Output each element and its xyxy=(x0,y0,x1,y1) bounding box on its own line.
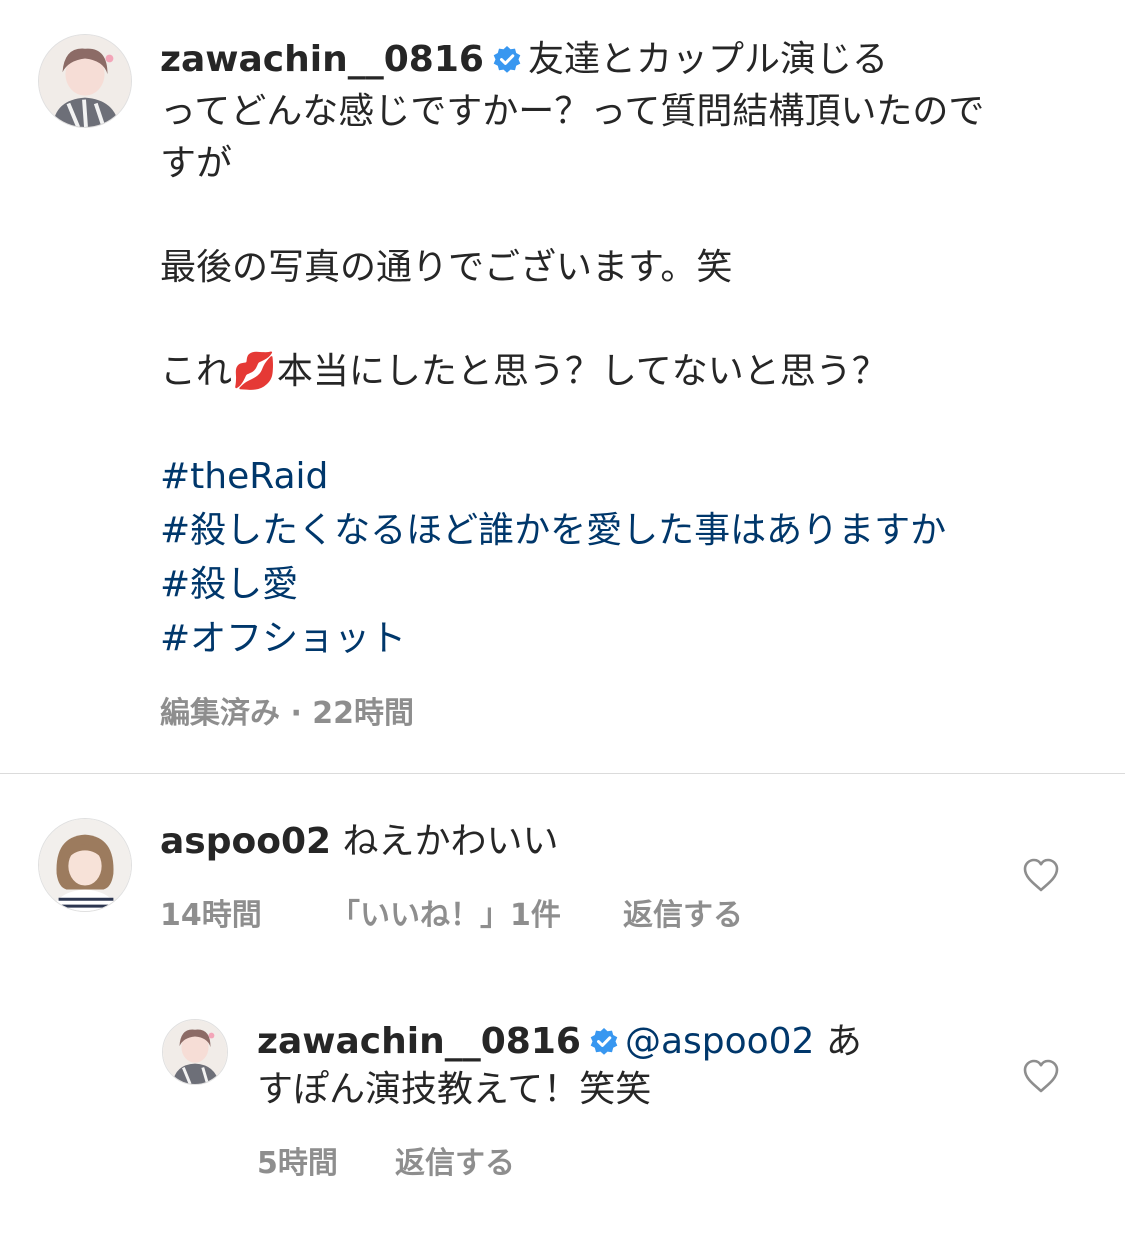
caption-line-1: zawachin__0816 友達とカップル演じる xyxy=(160,34,1080,86)
avatar-image xyxy=(39,35,131,127)
reply-button[interactable]: 返信する xyxy=(395,1138,515,1182)
comment-username[interactable]: aspoo02 xyxy=(160,821,331,862)
reply-body: zawachin__0816 @aspoo02 あすぽん演技教えて！笑笑 xyxy=(257,1018,957,1114)
caption-para3-end: 本当にしたと思う？してないと思う？ xyxy=(276,351,888,392)
divider xyxy=(0,773,1125,774)
avatar-image xyxy=(163,1020,227,1084)
caption-paragraph-2: 最後の写真の通りでございます。笑 xyxy=(160,247,733,288)
heart-icon[interactable] xyxy=(1022,1058,1060,1094)
caption-line-3: すが xyxy=(160,143,233,184)
heart-icon[interactable] xyxy=(1022,857,1060,893)
caption-avatar[interactable] xyxy=(38,34,132,128)
caption-meta: 編集済み · 22時間 xyxy=(160,696,415,731)
caption-paragraph-3: これ💋本当にしたと思う？してないと思う？ xyxy=(160,346,1080,398)
comment-time: 14時間 xyxy=(160,898,262,933)
mention-link[interactable]: @aspoo02 xyxy=(625,1021,815,1062)
hashtag-link[interactable]: #殺し愛 xyxy=(160,558,1080,612)
reply-meta: 5時間 返信する xyxy=(257,1138,515,1182)
comment-avatar[interactable] xyxy=(38,818,132,912)
comment-likes-link[interactable]: 「いいね！」1件 xyxy=(330,890,623,934)
caption-line1-text: 友達とカップル演じる xyxy=(527,39,888,80)
avatar-image xyxy=(39,819,131,911)
lips-emoji: 💋 xyxy=(232,351,277,392)
reply-button[interactable]: 返信する xyxy=(623,890,743,934)
caption-username[interactable]: zawachin__0816 xyxy=(160,39,484,80)
caption-para3-start: これ xyxy=(160,351,233,392)
caption-text: zawachin__0816 友達とカップル演じる ってどんな感じですかー？って質… xyxy=(160,34,1080,666)
reply-username[interactable]: zawachin__0816 xyxy=(257,1021,581,1062)
hashtag-link[interactable]: #オフショット xyxy=(160,612,1080,666)
verified-badge-icon xyxy=(492,45,522,75)
reply-text-start: あ xyxy=(825,1021,862,1062)
comment-text: ねえかわいい xyxy=(342,821,559,862)
hashtag-list: #theRaid #殺したくなるほど誰かを愛した事はありますか #殺し愛 #オフ… xyxy=(160,450,1080,666)
reply-time: 5時間 xyxy=(257,1146,338,1181)
comment-meta: 14時間 「いいね！」1件 返信する xyxy=(160,890,743,934)
hashtag-link[interactable]: #theRaid xyxy=(160,450,1080,504)
verified-badge-icon xyxy=(589,1027,619,1057)
caption-line-2: ってどんな感じですかー？って質問結構頂いたので xyxy=(160,91,985,132)
reply-avatar[interactable] xyxy=(162,1019,228,1085)
hashtag-link[interactable]: #殺したくなるほど誰かを愛した事はありますか xyxy=(160,504,1080,558)
reply-text-end: すぽん演技教えて！笑笑 xyxy=(257,1069,652,1110)
comment-body: aspoo02 ねえかわいい xyxy=(160,816,980,868)
